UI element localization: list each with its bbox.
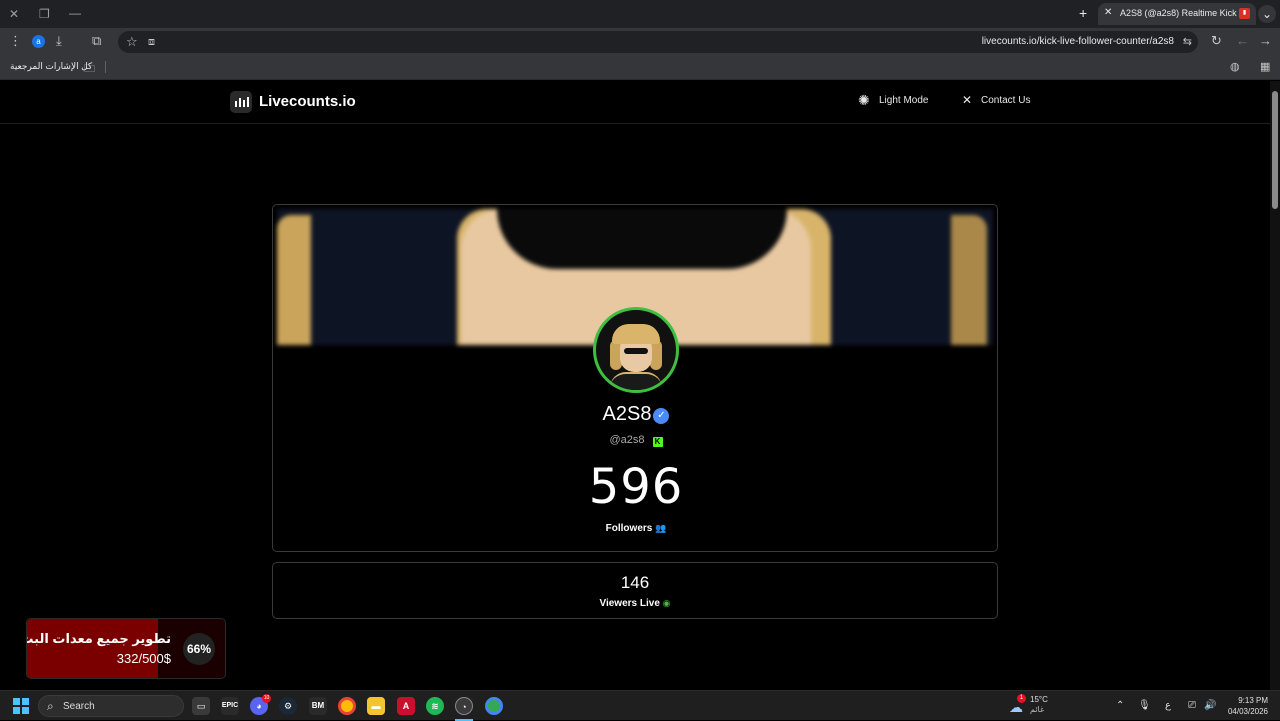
follower-count: 596: [588, 459, 684, 515]
kick-logo-icon: K: [652, 437, 663, 447]
weather-desc: غائم: [1030, 705, 1045, 714]
clock-time: 9:13 PM: [1238, 696, 1268, 705]
language-indicator[interactable]: ع: [1165, 700, 1171, 711]
tab-favicon-icon: ▮: [1239, 8, 1250, 19]
profile-card: A2S8 ✓ @a2s8 K 596 Followers 👥: [272, 204, 998, 552]
forward-icon: ←: [1236, 33, 1249, 48]
browser-tab-active[interactable]: ✕ A2S8 (@a2s8) Realtime Kick Live ▮: [1098, 3, 1256, 25]
handle-row: @a2s8 K: [273, 434, 997, 447]
affinity-app-icon[interactable]: A: [397, 697, 415, 715]
file-explorer-icon[interactable]: ▬: [367, 697, 385, 715]
new-tab-icon[interactable]: +: [1079, 6, 1087, 20]
scrollbar-thumb[interactable]: [1272, 91, 1278, 209]
display-name: A2S8: [602, 403, 652, 425]
bookmark-star-icon[interactable]: ☆: [126, 34, 138, 50]
display-name-row: A2S8 ✓: [273, 403, 997, 426]
windows-start-icon[interactable]: [13, 698, 29, 714]
eye-icon: ◉: [662, 598, 671, 608]
spotify-icon[interactable]: ≋: [426, 697, 444, 715]
page-scrollbar[interactable]: [1270, 81, 1280, 690]
back-icon[interactable]: →: [1259, 33, 1272, 49]
browser-toolbar: ⋮ a ⤓ ⧉ ☆ ⧈ livecounts.io/kick-live-foll…: [0, 28, 1280, 56]
taskbar-clock[interactable]: 9:13 PM 04/03/2026: [1228, 695, 1268, 717]
epic-games-icon[interactable]: EPIC: [221, 697, 239, 715]
bookmarks-bar: كل الإشارات المرجعية 🗀 ◍ ▦: [0, 56, 1280, 80]
tab-close-icon[interactable]: ✕: [1104, 7, 1112, 18]
globe-icon[interactable]: ◍: [1230, 60, 1240, 73]
window-close-icon[interactable]: ✕: [9, 7, 19, 21]
apps-grid-icon[interactable]: ▦: [1260, 60, 1270, 73]
window-minimize-icon[interactable]: —: [69, 6, 81, 20]
followers-label-row: Followers 👥: [273, 523, 997, 534]
bm-app-icon[interactable]: BM: [309, 697, 327, 715]
logo-text[interactable]: Livecounts.io: [259, 93, 356, 110]
profile-avatar-icon[interactable]: a: [32, 35, 45, 48]
taskbar-search-label: Search: [63, 701, 95, 712]
verified-check-icon: ✓: [653, 408, 670, 424]
discord-badge: 10: [262, 694, 271, 703]
avatar: [593, 307, 679, 393]
steam-icon[interactable]: ⚙: [279, 697, 297, 715]
donation-progress-fill: [27, 619, 158, 678]
tab-search-chevron-icon[interactable]: ⌄: [1258, 5, 1276, 23]
download-icon[interactable]: ⤓: [56, 33, 62, 49]
translate-icon[interactable]: ⧈: [148, 34, 155, 50]
donation-title: تطوير جميع معدات البث: [26, 631, 171, 646]
microphone-icon[interactable]: 🎙: [1138, 700, 1151, 711]
browser-tab-strip: ✕ ❐ — + ✕ A2S8 (@a2s8) Realtime Kick Liv…: [0, 0, 1280, 28]
clock-date: 04/03/2026: [1227, 707, 1268, 716]
site-header: Livecounts.io ✺ Light Mode ✕ Contact Us: [0, 81, 1270, 124]
profile-handle: @a2s8: [609, 434, 645, 446]
menu-kebab-icon[interactable]: ⋮: [9, 33, 22, 49]
light-mode-button[interactable]: Light Mode: [879, 95, 928, 106]
site-settings-icon[interactable]: ⇆: [1183, 34, 1192, 50]
viewers-card: 146 Viewers Live ◉: [272, 562, 998, 619]
volume-icon[interactable]: 🔊: [1204, 700, 1216, 711]
viewers-label: Viewers Live: [599, 598, 660, 609]
address-bar[interactable]: ☆ ⧈ livecounts.io/kick-live-follower-cou…: [118, 31, 1198, 53]
viewers-count: 146: [620, 573, 650, 592]
contact-us-link[interactable]: Contact Us: [981, 95, 1030, 106]
users-icon: 👥: [655, 523, 667, 533]
task-view-icon[interactable]: ▭: [192, 697, 210, 715]
donation-percent: 66%: [183, 633, 215, 665]
taskbar-search-input[interactable]: ⌕ Search: [38, 695, 184, 717]
weather-temp: 15°C: [1030, 695, 1048, 704]
folder-icon[interactable]: 🗀: [84, 60, 95, 79]
search-icon: ⌕: [47, 699, 54, 713]
network-icon[interactable]: ⎚: [1188, 700, 1196, 711]
extensions-icon[interactable]: ⧉: [92, 33, 101, 49]
donation-goal-widget[interactable]: تطوير جميع معدات البث 332/500$ 66%: [26, 618, 226, 679]
url-text: livecounts.io/kick-live-follower-counter…: [981, 36, 1174, 47]
viewers-label-row: Viewers Live ◉: [273, 598, 997, 609]
followers-label: Followers: [605, 523, 653, 534]
all-bookmarks-label[interactable]: كل الإشارات المرجعية: [10, 61, 92, 72]
logo-bars-icon[interactable]: [230, 91, 252, 113]
x-logo-icon[interactable]: ✕: [962, 93, 972, 107]
donation-amount: 332/500$: [116, 651, 171, 666]
tray-chevron-up-icon[interactable]: ⌃: [1116, 700, 1124, 711]
weather-badge: 1: [1017, 694, 1026, 703]
window-restore-icon[interactable]: ❐: [39, 7, 50, 21]
sun-icon[interactable]: ✺: [858, 92, 870, 109]
obs-icon[interactable]: ◔: [455, 697, 473, 715]
reload-icon[interactable]: ↻: [1211, 33, 1222, 49]
chrome-icon[interactable]: [338, 697, 356, 715]
bookmark-divider: [105, 61, 106, 73]
windows-taskbar: ⌕ Search ▭ EPIC ◕ 10 ⚙ BM ▬ A ≋ ◔ ☁ 1 15…: [0, 690, 1280, 721]
chrome-active-icon[interactable]: [485, 697, 503, 715]
tab-title: A2S8 (@a2s8) Realtime Kick Live: [1120, 8, 1238, 18]
